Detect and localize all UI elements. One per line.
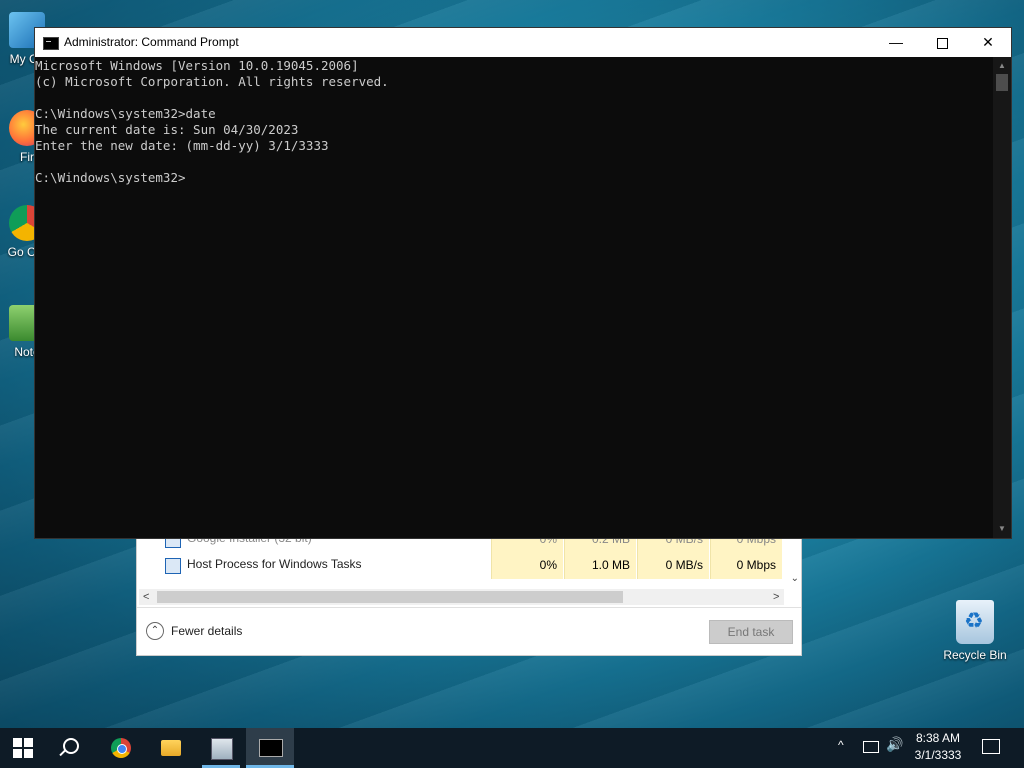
console-prompt-line[interactable]: C:\Windows\system32>	[35, 170, 186, 186]
horizontal-scrollbar[interactable]: < >	[139, 589, 784, 605]
chrome-icon	[111, 738, 131, 758]
show-hidden-icons-chevron-icon[interactable]: ^	[838, 738, 844, 752]
search-button[interactable]	[48, 728, 94, 768]
cmd-icon	[43, 37, 59, 50]
console-line: The current date is: Sun 04/30/2023	[35, 122, 299, 137]
taskbar-file-explorer[interactable]	[148, 728, 194, 768]
start-button[interactable]	[0, 728, 46, 768]
disk-cell: 0 MB/s	[637, 551, 709, 579]
console-line: Enter the new date: (mm-dd-yy) 3/1/3333	[35, 138, 329, 153]
scrollbar-thumb[interactable]	[157, 591, 623, 603]
command-prompt-window[interactable]: Administrator: Command Prompt — ✕ Micros…	[34, 27, 1012, 539]
scrollbar-thumb[interactable]	[996, 74, 1008, 91]
console-line: C:\Windows\system32>date	[35, 106, 216, 121]
taskbar-chrome[interactable]	[98, 728, 144, 768]
notification-center-icon[interactable]	[982, 739, 1000, 754]
process-name: Host Process for Windows Tasks	[187, 557, 362, 571]
scroll-right-icon[interactable]: >	[773, 589, 779, 605]
vertical-scrollbar[interactable]: ▲ ▼	[993, 57, 1011, 538]
task-manager-footer: ⌃ Fewer details End task	[137, 607, 801, 656]
table-row[interactable]: Host Process for Windows Tasks 0% 1.0 MB…	[137, 551, 785, 579]
desktop-icon-recycle-bin[interactable]: Recycle Bin	[940, 600, 1010, 662]
task-manager-icon	[211, 738, 233, 760]
end-task-button[interactable]: End task	[709, 620, 793, 644]
console-line: Microsoft Windows [Version 10.0.19045.20…	[35, 58, 359, 73]
scroll-down-icon[interactable]: ▼	[993, 522, 1011, 536]
close-button[interactable]: ✕	[965, 28, 1011, 57]
search-icon	[63, 738, 79, 754]
windows-icon	[13, 738, 33, 758]
console-output[interactable]: Microsoft Windows [Version 10.0.19045.20…	[35, 57, 993, 538]
folder-icon	[161, 740, 181, 756]
task-manager-window: Google Installer (32 bit) 0% 0.2 MB 0 MB…	[136, 520, 802, 656]
cmd-icon	[259, 739, 283, 757]
network-icon[interactable]	[863, 741, 879, 753]
chevron-up-icon[interactable]: ⌃	[146, 622, 164, 640]
scroll-up-icon[interactable]: ▲	[993, 59, 1011, 73]
clock-time[interactable]: 8:38 AM	[908, 731, 968, 745]
scroll-left-icon[interactable]: <	[143, 589, 149, 605]
volume-icon[interactable]: 🔊	[886, 736, 903, 753]
title-bar[interactable]: Administrator: Command Prompt — ✕	[35, 28, 1011, 57]
cpu-cell: 0%	[491, 551, 563, 579]
clock-date[interactable]: 3/1/3333	[908, 748, 968, 762]
maximize-icon	[936, 37, 948, 49]
console-line: (c) Microsoft Corporation. All rights re…	[35, 74, 389, 89]
minimize-button[interactable]: —	[873, 28, 919, 57]
network-cell: 0 Mbps	[710, 551, 782, 579]
fewer-details-link[interactable]: Fewer details	[171, 624, 242, 638]
taskbar-command-prompt[interactable]	[246, 728, 294, 768]
taskbar-task-manager[interactable]	[198, 728, 244, 768]
maximize-button[interactable]	[919, 28, 965, 57]
recycle-bin-icon	[956, 600, 994, 644]
scroll-down-icon[interactable]: ⌄	[791, 573, 799, 584]
process-icon	[165, 558, 181, 574]
memory-cell: 1.0 MB	[564, 551, 636, 579]
window-title: Administrator: Command Prompt	[64, 35, 239, 49]
desktop-icon-label: Recycle Bin	[943, 648, 1007, 662]
